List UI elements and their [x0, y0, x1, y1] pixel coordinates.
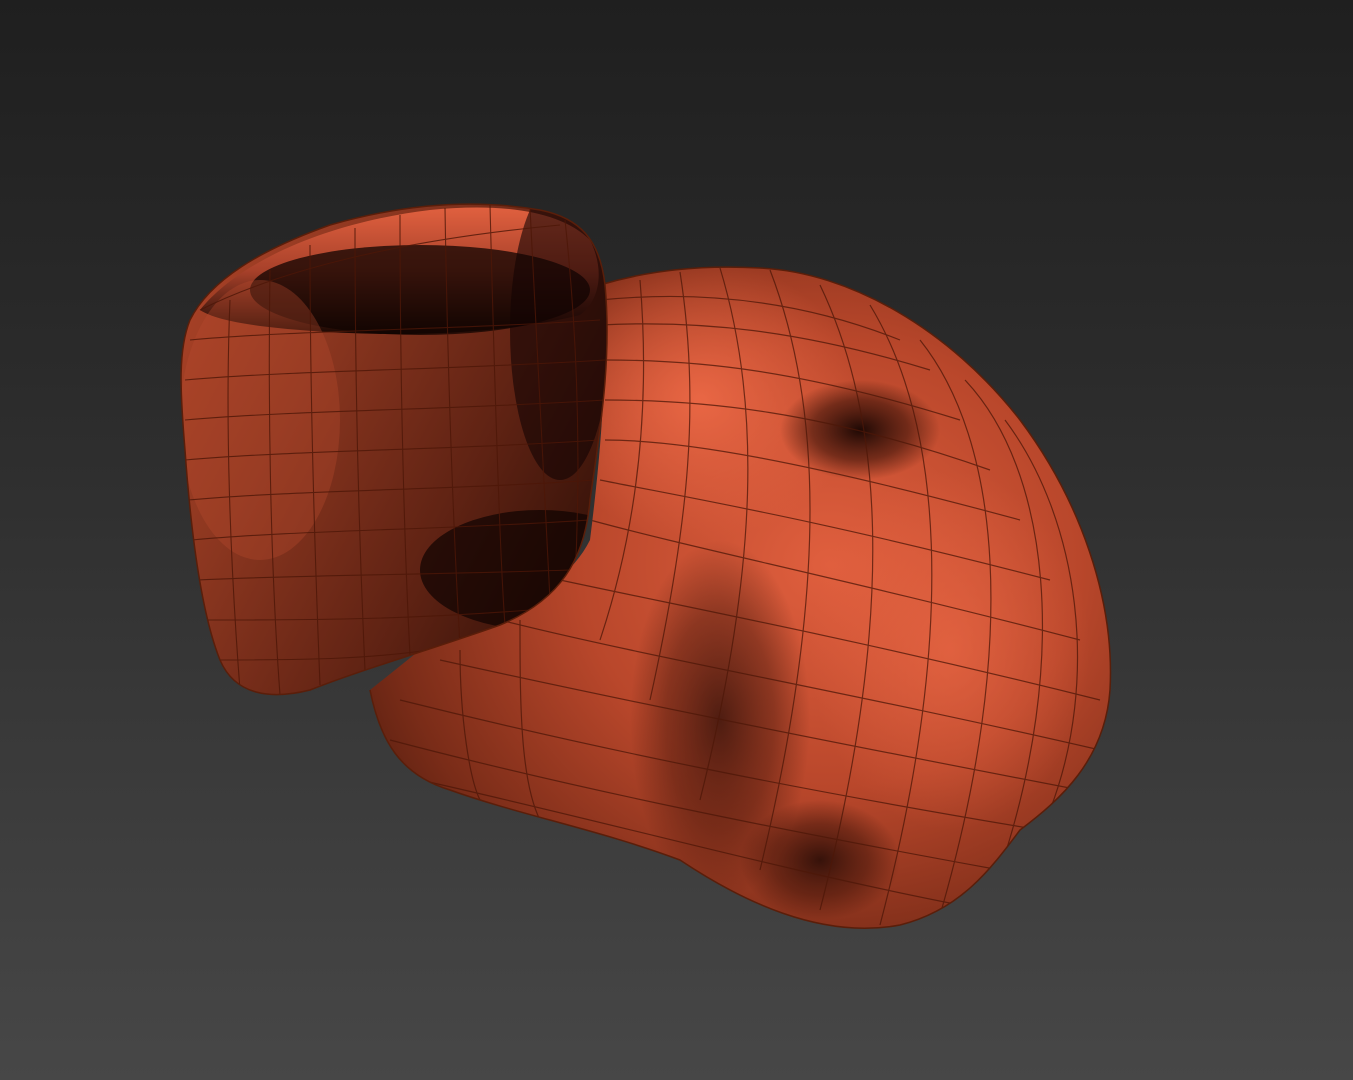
3d-viewport[interactable]: [0, 0, 1353, 1080]
mesh-model[interactable]: [0, 0, 1353, 1080]
